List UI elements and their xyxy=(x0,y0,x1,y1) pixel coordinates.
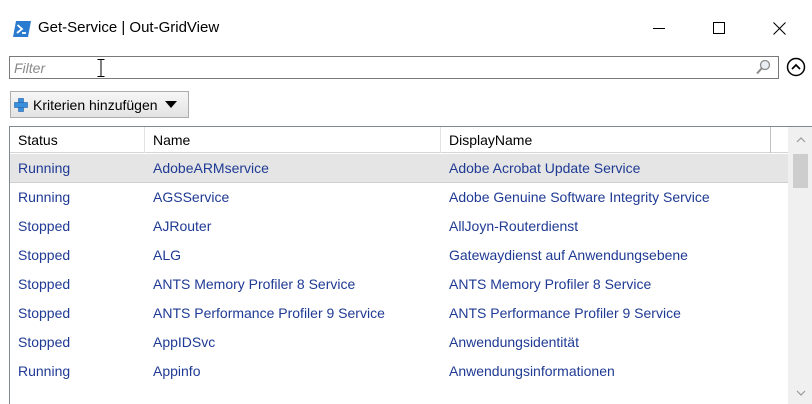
name-cell: AppIDSvc xyxy=(153,334,216,350)
plus-icon xyxy=(14,97,28,112)
column-header-displayname[interactable]: DisplayName xyxy=(441,127,771,153)
grid-header: Status Name DisplayName xyxy=(10,127,788,153)
displayname-cell: Adobe Genuine Software Integrity Service xyxy=(449,189,710,205)
displayname-cell: ANTS Performance Profiler 9 Service xyxy=(449,305,681,321)
column-header-name[interactable]: Name xyxy=(145,127,441,153)
status-cell: Stopped xyxy=(18,218,71,234)
name-cell: ALG xyxy=(153,247,182,263)
table-row[interactable]: Running AdobeARMservice Adobe Acrobat Up… xyxy=(10,154,788,183)
status-cell: Stopped xyxy=(18,276,71,292)
status-cell: Running xyxy=(18,363,71,379)
status-cell: Stopped xyxy=(18,247,71,263)
displayname-cell: ANTS Memory Profiler 8 Service xyxy=(449,276,652,292)
filter-input[interactable] xyxy=(14,58,754,77)
table-row[interactable]: Stopped AppIDSvc Anwendungsidentität xyxy=(10,328,788,357)
scroll-up-button[interactable] xyxy=(788,127,812,152)
name-cell: ANTS Memory Profiler 8 Service xyxy=(153,276,356,292)
table-row[interactable]: Stopped ANTS Performance Profiler 9 Serv… xyxy=(10,299,788,328)
vertical-scrollbar[interactable] xyxy=(788,127,812,404)
close-button[interactable] xyxy=(756,12,802,44)
table-row[interactable]: Stopped ANTS Memory Profiler 8 Service A… xyxy=(10,270,788,299)
status-cell: Stopped xyxy=(18,334,71,350)
powershell-icon xyxy=(13,21,31,37)
add-criteria-button[interactable]: Kriterien hinzufügen xyxy=(10,91,189,118)
displayname-cell: Adobe Acrobat Update Service xyxy=(449,160,641,176)
displayname-cell: Anwendungsinformationen xyxy=(449,363,615,379)
scroll-down-button[interactable] xyxy=(788,380,812,404)
name-cell: ANTS Performance Profiler 9 Service xyxy=(153,305,385,321)
minimize-button[interactable] xyxy=(636,12,682,44)
column-header-status[interactable]: Status xyxy=(10,127,145,153)
table-row[interactable]: Stopped AJRouter AllJoyn-Routerdienst xyxy=(10,212,788,241)
name-cell: Appinfo xyxy=(153,363,201,379)
status-cell: Running xyxy=(18,189,71,205)
status-cell: Stopped xyxy=(18,305,71,321)
title-bar: Get-Service | Out-GridView xyxy=(0,0,812,50)
displayname-cell: Gatewaydienst auf Anwendungsebene xyxy=(449,247,688,263)
displayname-cell: Anwendungsidentität xyxy=(449,334,579,350)
grid-rows: Running AdobeARMservice Adobe Acrobat Up… xyxy=(10,154,788,386)
text-cursor-icon xyxy=(97,59,105,77)
table-row[interactable]: Running AGSService Adobe Genuine Softwar… xyxy=(10,183,788,212)
displayname-cell: AllJoyn-Routerdienst xyxy=(449,218,579,234)
minimize-icon xyxy=(653,28,665,29)
filter-box xyxy=(9,56,779,79)
name-cell: AJRouter xyxy=(153,218,212,234)
caret-down-icon xyxy=(164,100,177,108)
table-row[interactable]: Stopped ALG Gatewaydienst auf Anwendungs… xyxy=(10,241,788,270)
status-cell: Running xyxy=(18,160,71,176)
maximize-button[interactable] xyxy=(696,12,742,44)
out-gridview-window: Get-Service | Out-GridView Filter Kriter… xyxy=(0,0,812,404)
scrollbar-thumb[interactable] xyxy=(793,154,808,188)
table-row[interactable]: Running Appinfo Anwendungsinformationen xyxy=(10,357,788,386)
results-grid: Status Name DisplayName Running AdobeARM… xyxy=(9,126,812,404)
name-cell: AdobeARMservice xyxy=(153,160,269,176)
search-icon[interactable] xyxy=(754,59,772,76)
chevron-down-icon xyxy=(796,390,805,396)
add-criteria-label: Kriterien hinzufügen xyxy=(33,96,158,113)
maximize-icon xyxy=(713,22,725,34)
window-title: Get-Service | Out-GridView xyxy=(38,19,220,36)
close-icon xyxy=(772,21,786,35)
chevron-up-icon xyxy=(796,136,805,142)
name-cell: AGSService xyxy=(153,189,230,205)
chevron-up-icon[interactable] xyxy=(785,56,807,78)
